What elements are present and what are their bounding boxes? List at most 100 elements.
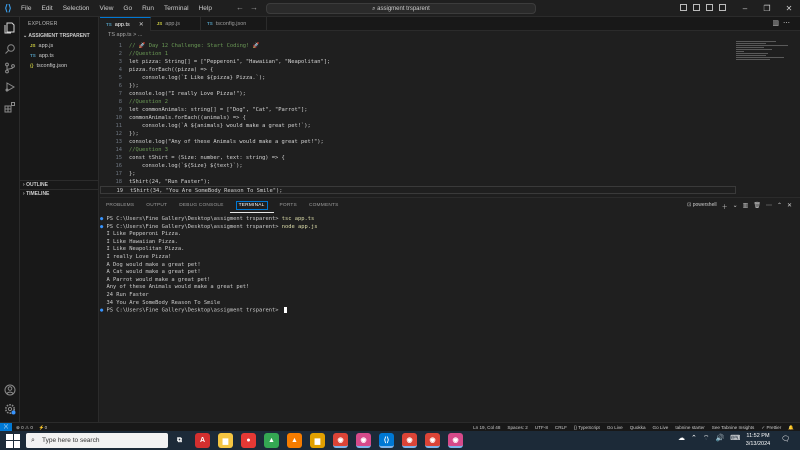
toggle-sidebar-icon[interactable] bbox=[680, 4, 687, 11]
code-line[interactable]: 3 let pizza: String[] = ["Pepperoni", "Ha… bbox=[100, 58, 736, 66]
terminal[interactable]: ● PS C:\Users\Fine Gallery\Desktop\assig… bbox=[100, 216, 800, 416]
chrome-icon[interactable]: ◉ bbox=[333, 433, 348, 448]
toggle-panel-icon[interactable] bbox=[693, 4, 700, 11]
back-arrow-icon[interactable]: ← bbox=[236, 3, 250, 12]
file-explorer-icon[interactable]: ▆ bbox=[218, 433, 233, 448]
tab-app-ts[interactable]: TS app.ts ✕ bbox=[100, 17, 151, 31]
code-line[interactable]: 7 console.log("I really Love Pizza!"); bbox=[100, 90, 736, 98]
code-line[interactable]: 8 //Question 2 bbox=[100, 98, 736, 106]
new-terminal-icon[interactable]: ＋ bbox=[722, 202, 728, 211]
menu-help[interactable]: Help bbox=[194, 0, 217, 17]
tab-app-js[interactable]: JS app.js ✕ bbox=[151, 17, 202, 31]
tab-ports[interactable]: PORTS bbox=[274, 198, 303, 213]
tab-debug-console[interactable]: DEBUG CONSOLE bbox=[173, 198, 229, 213]
code-line[interactable]: 17}; bbox=[100, 170, 736, 178]
timeline-section[interactable]: › TIMELINE bbox=[20, 189, 99, 198]
account-icon[interactable] bbox=[4, 384, 16, 396]
search-icon[interactable] bbox=[4, 43, 16, 55]
more-actions-icon[interactable]: ⋯ bbox=[783, 20, 794, 27]
menu-view[interactable]: View bbox=[94, 0, 118, 17]
split-terminal-icon[interactable]: ▥ bbox=[743, 202, 749, 211]
menu-edit[interactable]: Edit bbox=[36, 0, 57, 17]
vlc-icon[interactable]: ▲ bbox=[287, 433, 302, 448]
manage-gear-icon[interactable] bbox=[4, 403, 16, 415]
code-line[interactable]: 12}); bbox=[100, 130, 736, 138]
weather-icon[interactable]: ☁ bbox=[678, 434, 685, 443]
windows-start-icon[interactable] bbox=[6, 433, 20, 448]
code-line[interactable]: 1 // 🚀 Day 12 Challenge: Start Coding! 🚀 bbox=[100, 42, 736, 50]
code-line[interactable]: 18 tShirt(24, "Run Faster"); bbox=[100, 178, 736, 186]
terminal-shell-selector[interactable]: ⊡ powershell bbox=[687, 202, 717, 211]
code-text: let commonAnimals: string[] = ["Dog", "C… bbox=[129, 107, 308, 113]
close-panel-icon[interactable]: ✕ bbox=[787, 202, 792, 211]
close-icon[interactable]: ✕ bbox=[139, 18, 144, 32]
code-editor[interactable]: 1// 🚀 Day 12 Challenge: Start Coding! 🚀 2… bbox=[100, 40, 800, 195]
notification-center-icon[interactable]: 🗨 bbox=[781, 435, 793, 446]
network-icon[interactable]: ⌔ bbox=[703, 434, 710, 443]
screen-recorder-icon[interactable]: ● bbox=[241, 433, 256, 448]
title-bar: ⟨⟩ File Edit Selection View Go Run Termi… bbox=[0, 0, 800, 17]
chrome-profile-icon[interactable]: ◉ bbox=[356, 433, 371, 448]
volume-icon[interactable]: 🔊 bbox=[715, 434, 724, 443]
menu-run[interactable]: Run bbox=[137, 0, 159, 17]
tab-problems[interactable]: PROBLEMS bbox=[100, 198, 140, 213]
outline-section[interactable]: › OUTLINE bbox=[20, 180, 99, 189]
language-icon[interactable]: ⌨ bbox=[730, 434, 740, 443]
task-view-icon[interactable]: ⧉ bbox=[172, 433, 187, 448]
vscode-icon[interactable]: ⟨⟩ bbox=[379, 433, 394, 448]
minimize-icon[interactable]: – bbox=[734, 0, 756, 17]
code-line[interactable]: 19 tShirt(34, "You Are SomeBody Reason To… bbox=[100, 186, 736, 194]
split-editor-icon[interactable]: ▥ bbox=[772, 20, 783, 27]
workspace-folder[interactable]: ⌄ ASSIGMENT TRSPARENT bbox=[20, 31, 98, 41]
google-drive-icon[interactable]: ▲ bbox=[264, 433, 279, 448]
code-line[interactable]: 13 console.log("Any of these Animals woul… bbox=[100, 138, 736, 146]
code-line[interactable]: 4 pizza.forEach((pizza) => { bbox=[100, 66, 736, 74]
tab-output[interactable]: OUTPUT bbox=[140, 198, 173, 213]
menu-file[interactable]: File bbox=[16, 0, 36, 17]
source-control-icon[interactable] bbox=[4, 62, 16, 74]
code-line[interactable]: 6}); bbox=[100, 82, 736, 90]
tab-terminal[interactable]: TERMINAL bbox=[229, 198, 274, 213]
taskbar-search-box[interactable]: ⌕ Type here to search bbox=[26, 433, 168, 448]
code-line[interactable]: 5 console.log(`I Like ${pizza} Pizza.`); bbox=[100, 74, 736, 82]
breadcrumb[interactable]: TS app.ts > ... bbox=[100, 31, 800, 40]
run-debug-icon[interactable] bbox=[4, 81, 16, 93]
minimap[interactable] bbox=[736, 40, 794, 62]
maximize-panel-icon[interactable]: ⌃ bbox=[777, 202, 782, 211]
menu-go[interactable]: Go bbox=[118, 0, 137, 17]
code-line[interactable]: 10 commonAnimals.forEach((animals) => { bbox=[100, 114, 736, 122]
code-line[interactable]: 11 console.log(`A ${animals} would make … bbox=[100, 122, 736, 130]
code-line[interactable]: 9 let commonAnimals: string[] = ["Dog", "… bbox=[100, 106, 736, 114]
chrome-icon-3[interactable]: ◉ bbox=[425, 433, 440, 448]
file-item-tsconfig[interactable]: {} tsconfig.json bbox=[20, 61, 98, 71]
menu-terminal[interactable]: Terminal bbox=[159, 0, 194, 17]
code-line[interactable]: 14 //Question 3 bbox=[100, 146, 736, 154]
chevron-down-icon[interactable]: ⌄ bbox=[733, 202, 738, 211]
pdf-app-icon[interactable]: A bbox=[195, 433, 210, 448]
folder-icon[interactable]: ▆ bbox=[310, 433, 325, 448]
maximize-icon[interactable]: ❐ bbox=[756, 0, 778, 17]
tray-overflow-icon[interactable]: ⌃ bbox=[691, 434, 697, 443]
code-line[interactable]: 2 //Question 1 bbox=[100, 50, 736, 58]
kill-terminal-icon[interactable]: 🗑 bbox=[753, 202, 761, 211]
explorer-icon[interactable] bbox=[4, 22, 16, 34]
forward-arrow-icon[interactable]: → bbox=[250, 3, 264, 12]
file-item-app-js[interactable]: JS app.js bbox=[20, 41, 98, 51]
command-center-search[interactable]: ⌕ assigment trsparent bbox=[266, 3, 536, 14]
close-icon[interactable]: ✕ bbox=[778, 0, 800, 17]
chrome-icon-2[interactable]: ◉ bbox=[402, 433, 417, 448]
code-line[interactable]: 16 console.log(`${Size} ${text}`); bbox=[100, 162, 736, 170]
toggle-secondary-sidebar-icon[interactable] bbox=[706, 4, 713, 11]
terminal-output-line: I Like Hawaiian Pizza. bbox=[100, 239, 800, 247]
extensions-icon[interactable] bbox=[4, 101, 16, 113]
taskbar-clock[interactable]: 11:52 PM 3/13/2024 bbox=[740, 433, 776, 448]
customize-layout-icon[interactable] bbox=[719, 4, 726, 11]
tab-tsconfig[interactable]: TS tsconfig.json ✕ bbox=[201, 17, 268, 31]
more-actions-icon[interactable]: ⋯ bbox=[766, 202, 772, 211]
code-line[interactable]: 15 const tShirt = (Size: number, text: st… bbox=[100, 154, 736, 162]
tab-comments[interactable]: COMMENTS bbox=[303, 198, 345, 213]
chrome-icon-4[interactable]: ◉ bbox=[448, 433, 463, 448]
file-item-app-ts[interactable]: TS app.ts bbox=[20, 51, 98, 61]
menu-selection[interactable]: Selection bbox=[58, 0, 95, 17]
terminal-output-line: A Dog would make a great pet! bbox=[100, 262, 800, 270]
